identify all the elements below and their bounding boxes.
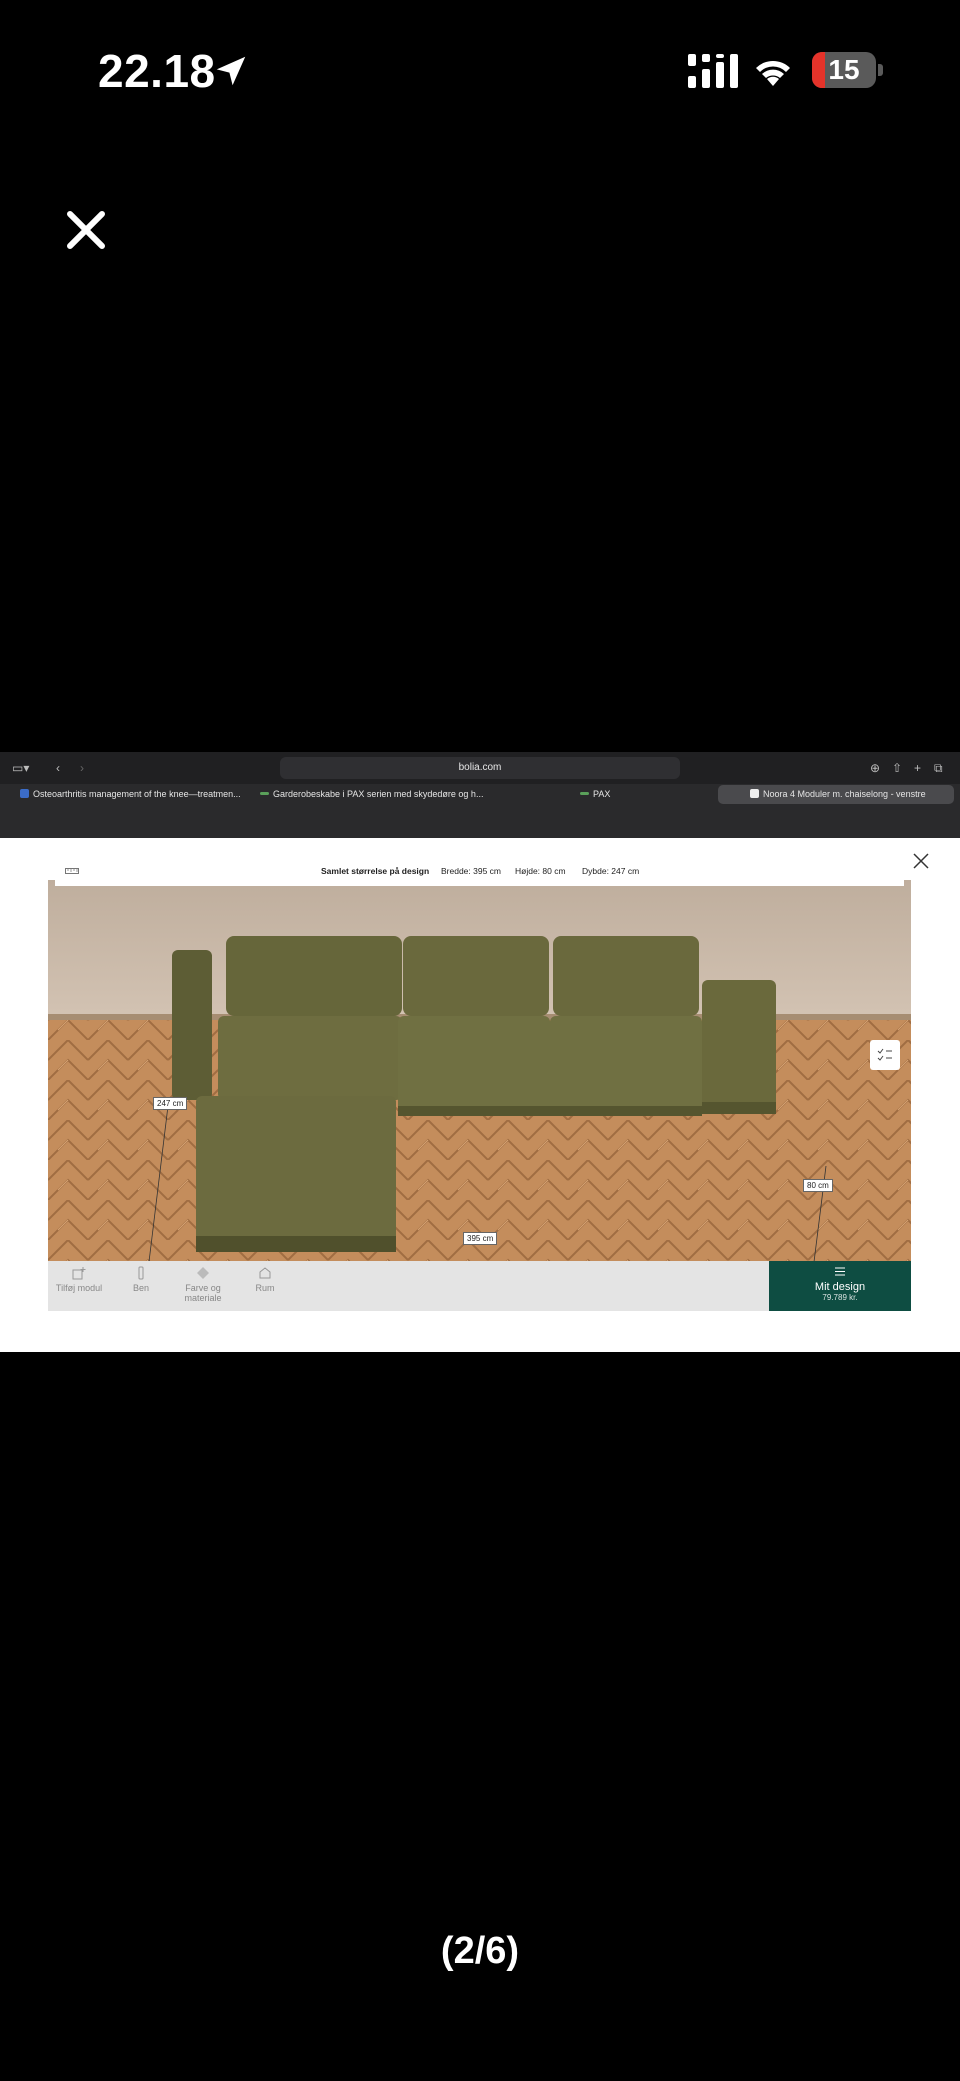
status-time: 22.18 [98,45,216,97]
checklist-icon [877,1048,892,1061]
room-icon [259,1267,271,1279]
close-configurator-icon[interactable] [912,852,930,870]
height-value: Højde: 80 cm [515,866,566,876]
height-dimension-label: 80 cm [803,1179,833,1192]
ruler-icon[interactable] [65,866,79,876]
my-design-button[interactable]: Mit design 79.789 kr. [769,1261,911,1311]
sofa-3d-viewer[interactable] [48,880,911,1291]
room-button[interactable]: Rum [230,1266,300,1294]
menu-icon [835,1267,845,1276]
add-module-label: Tilføj modul [55,1283,103,1293]
tab-pax[interactable]: PAX [580,785,660,804]
tab-label: Garderobeskabe i PAX serien med skydedør… [273,789,484,799]
my-design-price: 79.789 kr. [822,1293,858,1302]
tab-label: Osteoarthritis management of the knee—tr… [33,789,241,799]
width-value: Bredde: 395 cm [441,866,502,876]
color-material-label: Farve og materiale [184,1283,222,1303]
location-arrow-icon [216,56,246,86]
sofa-render [48,880,911,1291]
design-size-bar: Samlet størrelse på design Bredde: 395 c… [55,856,904,886]
color-material-button[interactable]: Farve og materiale [168,1266,238,1304]
tab-noora[interactable]: Noora 4 Moduler m. chaiselong - venstre [718,785,954,804]
my-design-label: Mit design [814,1281,866,1293]
depth-dimension-label: 247 cm [153,1097,188,1110]
width-dimension-label: 395 cm [463,1232,498,1245]
add-module-icon [72,1267,86,1280]
checklist-button[interactable] [870,1040,900,1070]
wifi-icon [756,60,790,86]
material-icon [197,1267,209,1279]
battery-indicator: 15 [812,52,876,88]
battery-level: 15 [828,54,860,85]
tab-label: Noora 4 Moduler m. chaiselong - venstre [763,789,926,799]
tab-list: Osteoarthritis management of the knee—tr… [0,752,960,806]
leg-icon [138,1266,144,1280]
tab-label: PAX [593,789,611,799]
design-size-title: Samlet størrelse på design [321,866,430,876]
legs-button[interactable]: Ben [106,1266,176,1294]
cellular-signal-icon [688,54,738,88]
tab-osteoarthritis[interactable]: Osteoarthritis management of the knee—tr… [20,785,245,804]
image-counter: (2/6) [440,1930,520,1972]
legs-label: Ben [132,1283,149,1293]
close-icon[interactable] [66,210,106,250]
depth-value: Dybde: 247 cm [582,866,640,876]
add-module-button[interactable]: Tilføj modul [44,1266,114,1294]
room-label: Rum [255,1283,275,1293]
browser-screenshot: ▭▾ ‹ › bolia.com ⊕ ⇧ + ⧉ Osteoarthritis … [0,752,960,1352]
tab-garderobeskabe[interactable]: Garderobeskabe i PAX serien med skydedør… [260,785,485,804]
